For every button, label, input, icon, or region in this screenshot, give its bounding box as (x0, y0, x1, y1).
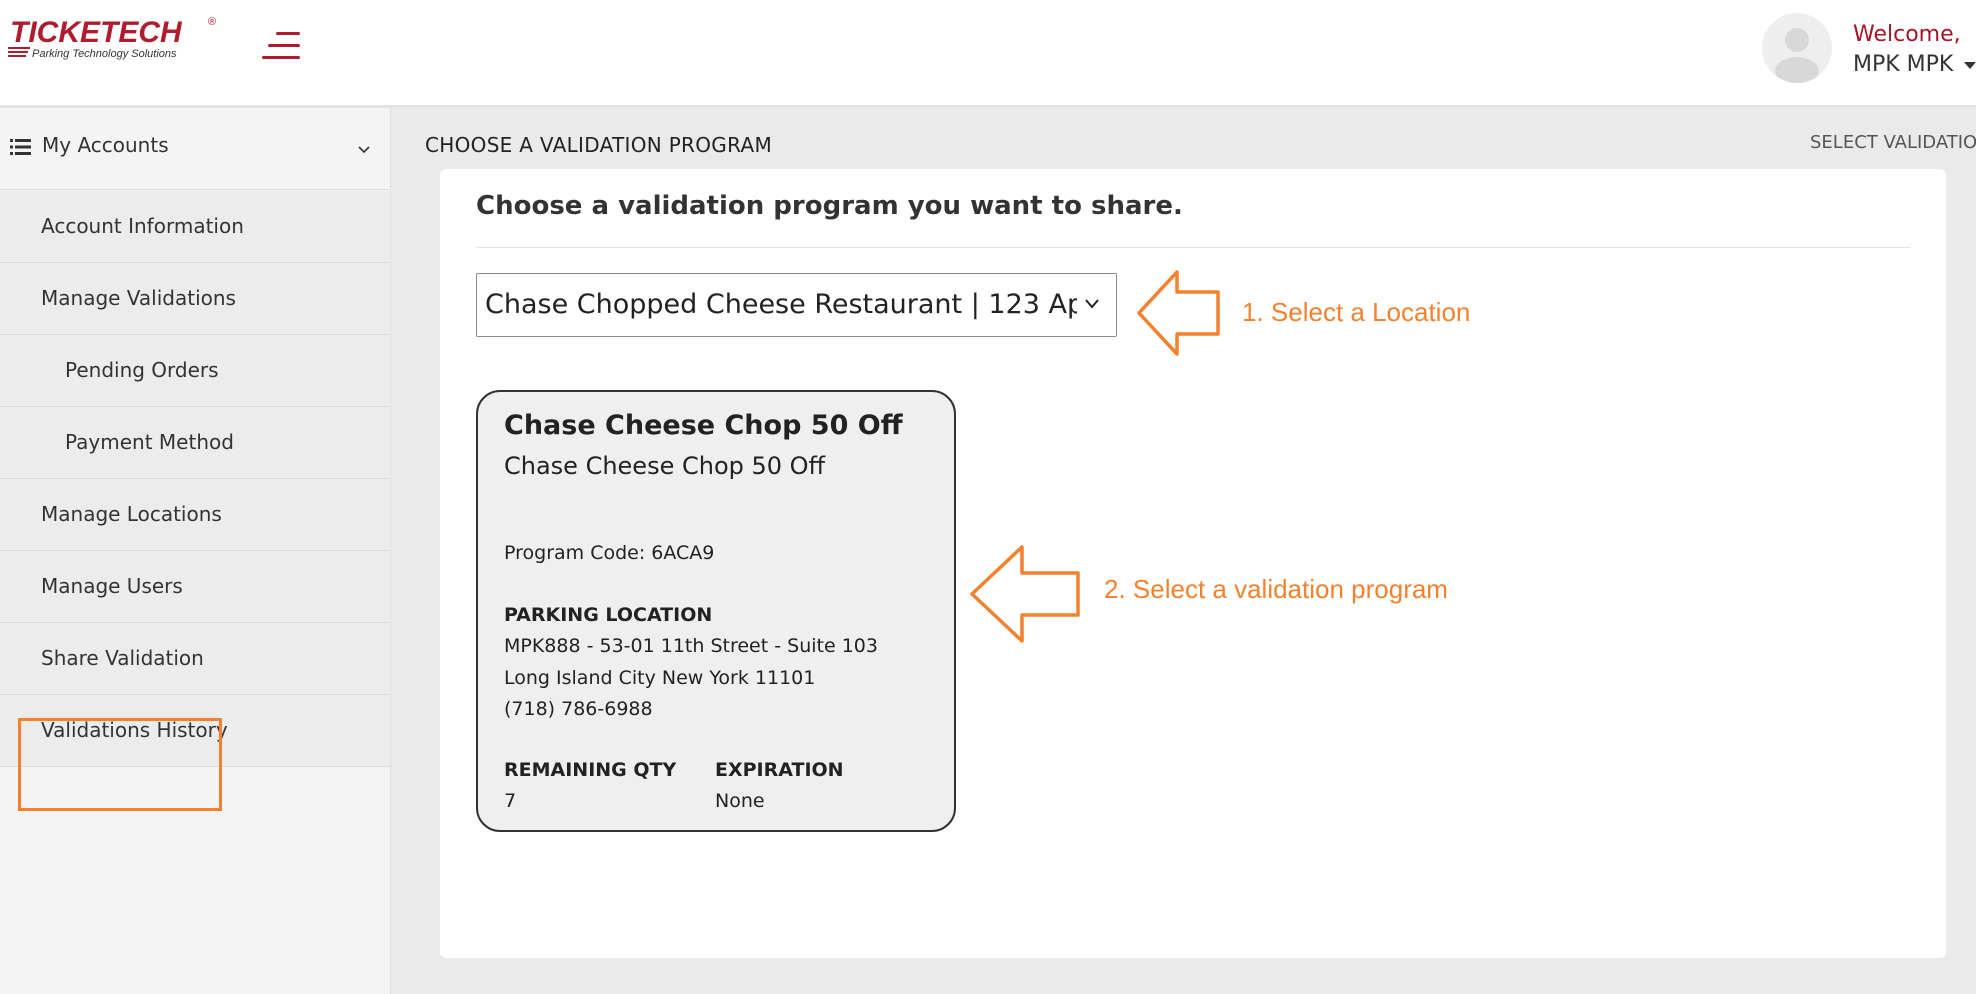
remaining-qty-value: 7 (504, 790, 517, 812)
sidebar-item-manage-validations[interactable]: Manage Validations (0, 263, 390, 335)
main-content: CHOOSE A VALIDATION PROGRAM SELECT VALID… (391, 108, 1976, 994)
hamburger-menu-icon[interactable] (262, 32, 300, 60)
top-header: TICKETECH ® Parking Technology Solutions… (0, 0, 1976, 108)
card-title: Choose a validation program you want to … (476, 191, 1183, 221)
step-indicator: SELECT VALIDATIO (1810, 132, 1976, 153)
sidebar-item-account-information[interactable]: Account Information (0, 191, 390, 263)
sidebar-section-my-accounts[interactable]: My Accounts (0, 108, 390, 190)
location-select-value: Chase Chopped Cheese Restaurant | 123 Ap… (485, 289, 1077, 320)
phone-number: (718) 786-6988 (504, 698, 653, 720)
sidebar-item-label: Manage Users (41, 574, 183, 598)
sidebar-item-label: Manage Locations (41, 502, 222, 526)
arrow-left-icon (1137, 270, 1220, 356)
user-avatar-icon[interactable] (1762, 13, 1832, 83)
remaining-qty-heading: REMAINING QTY (504, 759, 677, 781)
expiration-heading: EXPIRATION (715, 759, 844, 781)
sidebar-item-label: Account Information (41, 214, 244, 238)
sidebar-item-label: Payment Method (65, 430, 234, 454)
sidebar-item-label: Share Validation (41, 646, 204, 670)
sidebar-item-manage-locations[interactable]: Manage Locations (0, 479, 390, 551)
user-menu-toggle[interactable]: MPK MPK (1853, 52, 1953, 77)
sidebar-item-label: Validations History (41, 718, 228, 742)
annotation-step-1: 1. Select a Location (1242, 297, 1471, 327)
logo-tagline: Parking Technology Solutions (32, 48, 177, 60)
sidebar-section-label: My Accounts (42, 133, 169, 157)
sidebar-item-pending-orders[interactable]: Pending Orders (0, 335, 390, 407)
sidebar-item-label: Manage Validations (41, 286, 236, 310)
annotation-step-2: 2. Select a validation program (1104, 574, 1448, 604)
expiration-value: None (715, 790, 765, 812)
sidebar-item-label: Pending Orders (65, 358, 219, 382)
ticketech-logo[interactable]: TICKETECH ® Parking Technology Solutions (8, 10, 218, 60)
sidebar-item-validations-history[interactable]: Validations History (0, 695, 390, 767)
program-code: Program Code: 6ACA9 (504, 542, 715, 564)
program-name: Chase Cheese Chop 50 Off (504, 410, 903, 441)
validation-program-card[interactable]: Chase Cheese Chop 50 Off Chase Cheese Ch… (476, 390, 956, 832)
list-icon (10, 139, 31, 155)
parking-location-heading: PARKING LOCATION (504, 604, 713, 626)
sidebar-item-payment-method[interactable]: Payment Method (0, 407, 390, 479)
chevron-down-icon (1085, 299, 1099, 309)
arrow-left-icon (970, 545, 1080, 643)
page-title: CHOOSE A VALIDATION PROGRAM (425, 133, 773, 157)
program-description: Chase Cheese Chop 50 Off (504, 452, 826, 480)
chevron-down-icon (358, 146, 370, 154)
sidebar-item-share-validation[interactable]: Share Validation (0, 623, 390, 695)
location-select[interactable]: Chase Chopped Cheese Restaurant | 123 Ap… (476, 273, 1117, 337)
content-card: Choose a validation program you want to … (440, 169, 1946, 958)
registered-mark: ® (208, 16, 216, 28)
logo-text: TICKETECH (10, 16, 183, 49)
address-line-1: MPK888 - 53-01 11th Street - Suite 103 (504, 635, 878, 657)
sidebar-item-manage-users[interactable]: Manage Users (0, 551, 390, 623)
welcome-text: Welcome, (1853, 22, 1961, 47)
divider (476, 247, 1910, 248)
sidebar: My Accounts Account Information Manage V… (0, 108, 391, 994)
caret-down-icon[interactable] (1964, 62, 1976, 69)
address-line-2: Long Island City New York 11101 (504, 667, 816, 689)
